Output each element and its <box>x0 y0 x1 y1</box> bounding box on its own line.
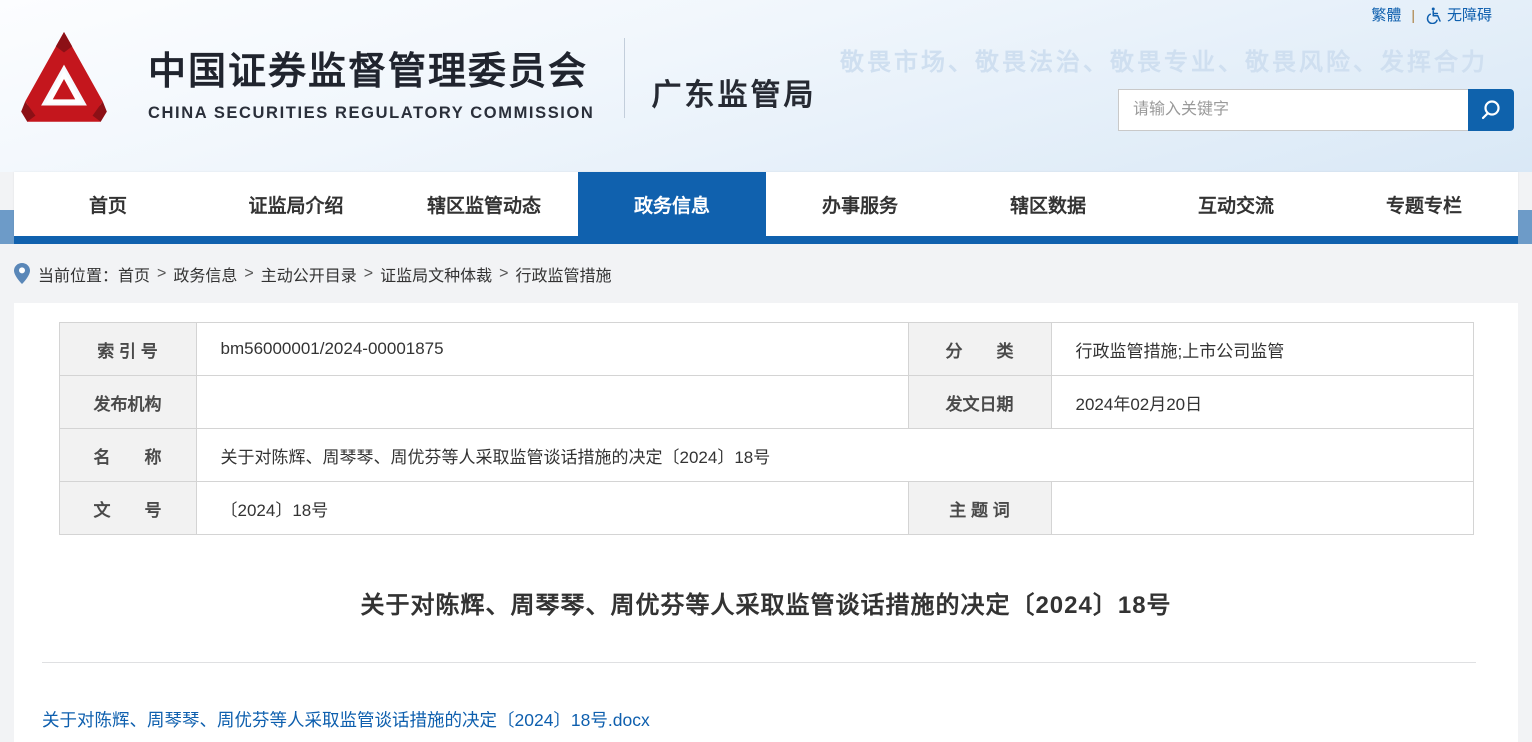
table-row: 发布机构 发文日期 2024年02月20日 <box>58 375 1474 429</box>
utility-bar: 繁體 | 无障碍 <box>1371 4 1492 25</box>
attachment-docx-link[interactable]: 关于对陈辉、周琴琴、周优芬等人采取监管谈话措施的决定〔2024〕18号.docx <box>42 710 650 730</box>
breadcrumb: 当前位置： 首页 > 政务信息 > 主动公开目录 > 证监局文种体裁 > 行政监… <box>0 244 1532 303</box>
breadcrumb-separator: > <box>244 264 254 282</box>
category-label: 分 类 <box>907 322 1052 376</box>
document-meta-table: 索 引 号 bm56000001/2024-00001875 分 类 行政监管措… <box>58 322 1474 535</box>
breadcrumb-prefix: 当前位置： <box>38 267 119 285</box>
search-icon <box>1479 98 1503 122</box>
search-button[interactable] <box>1468 89 1514 131</box>
nav-item-services[interactable]: 办事服务 <box>766 172 954 236</box>
main-nav: 首页 证监局介绍 辖区监管动态 政务信息 办事服务 辖区数据 互动交流 专题专栏 <box>0 172 1532 244</box>
breadcrumb-doc-type[interactable]: 证监局文种体裁 <box>380 262 492 286</box>
traditional-chinese-link[interactable]: 繁體 <box>1371 4 1401 25</box>
content-panel: 索 引 号 bm56000001/2024-00001875 分 类 行政监管措… <box>14 303 1518 742</box>
title-divider <box>42 662 1476 663</box>
subject-words-label: 主 题 词 <box>907 481 1052 535</box>
breadcrumb-separator: > <box>499 264 509 282</box>
doc-number-label: 文 号 <box>58 481 197 535</box>
table-row: 文 号 〔2024〕18号 主 题 词 <box>58 481 1474 535</box>
nav-item-interaction[interactable]: 互动交流 <box>1142 172 1330 236</box>
issuing-org-value <box>195 375 909 429</box>
nav-item-bureau-intro[interactable]: 证监局介绍 <box>202 172 390 236</box>
issue-date-value: 2024年02月20日 <box>1050 375 1474 429</box>
nav-item-regional-data[interactable]: 辖区数据 <box>954 172 1142 236</box>
issue-date-label: 发文日期 <box>907 375 1052 429</box>
article-title: 关于对陈辉、周琴琴、周优芬等人采取监管谈话措施的决定〔2024〕18号 <box>360 592 1172 619</box>
nav-item-regional-news[interactable]: 辖区监管动态 <box>390 172 578 236</box>
doc-number-value: 〔2024〕18号 <box>195 481 909 535</box>
doc-name-label: 名 称 <box>58 428 197 482</box>
brand-block: 中国证券监督管理委员会 CHINA SECURITIES REGULATORY … <box>12 30 816 137</box>
index-number-value: bm56000001/2024-00001875 <box>195 322 909 376</box>
utility-separator: | <box>1411 6 1415 23</box>
breadcrumb-separator: > <box>157 264 167 282</box>
doc-name-value: 关于对陈辉、周琴琴、周优芬等人采取监管谈话措施的决定〔2024〕18号 <box>195 428 1474 482</box>
subject-words-value <box>1050 481 1474 535</box>
nav-bar: 首页 证监局介绍 辖区监管动态 政务信息 办事服务 辖区数据 互动交流 专题专栏 <box>14 172 1518 236</box>
org-name-block: 中国证券监督管理委员会 CHINA SECURITIES REGULATORY … <box>148 40 594 123</box>
csrc-logo-icon <box>12 30 116 137</box>
location-pin-icon <box>14 263 30 284</box>
site-header: 繁體 | 无障碍 中国证券监督管理委员会 CHINA SECURITIES RE… <box>0 0 1532 172</box>
site-search <box>1118 89 1514 131</box>
bureau-name: 广东监管局 <box>651 79 817 112</box>
accessibility-link[interactable]: 无障碍 <box>1425 4 1492 25</box>
attachment-row: 关于对陈辉、周琴琴、周优芬等人采取监管谈话措施的决定〔2024〕18号.docx <box>42 707 1518 732</box>
breadcrumb-gov-info[interactable]: 政务信息 <box>173 262 237 286</box>
slogan-watermark: 敬畏市场、敬畏法治、敬畏专业、敬畏风险、发挥合力 <box>840 49 1488 76</box>
breadcrumb-current-page[interactable]: 行政监管措施 <box>515 262 611 286</box>
wheelchair-icon <box>1425 6 1443 24</box>
issuing-org-label: 发布机构 <box>58 375 197 429</box>
nav-item-special-columns[interactable]: 专题专栏 <box>1330 172 1518 236</box>
table-row: 索 引 号 bm56000001/2024-00001875 分 类 行政监管措… <box>58 322 1474 376</box>
breadcrumb-open-catalog[interactable]: 主动公开目录 <box>261 262 357 286</box>
brand-divider <box>624 38 626 118</box>
nav-item-home[interactable]: 首页 <box>14 172 202 236</box>
org-name-en: CHINA SECURITIES REGULATORY COMMISSION <box>148 104 595 122</box>
breadcrumb-home[interactable]: 首页 <box>118 262 150 286</box>
nav-bottom-strip <box>14 236 1518 244</box>
accessibility-label: 无障碍 <box>1446 7 1492 24</box>
nav-item-gov-info[interactable]: 政务信息 <box>578 172 766 236</box>
breadcrumb-separator: > <box>363 264 374 282</box>
index-number-label: 索 引 号 <box>58 322 197 376</box>
org-name-cn: 中国证券监督管理委员会 <box>148 51 589 93</box>
category-value: 行政监管措施;上市公司监管 <box>1050 322 1474 376</box>
table-row: 名 称 关于对陈辉、周琴琴、周优芬等人采取监管谈话措施的决定〔2024〕18号 <box>58 428 1474 482</box>
search-input[interactable] <box>1118 89 1468 131</box>
